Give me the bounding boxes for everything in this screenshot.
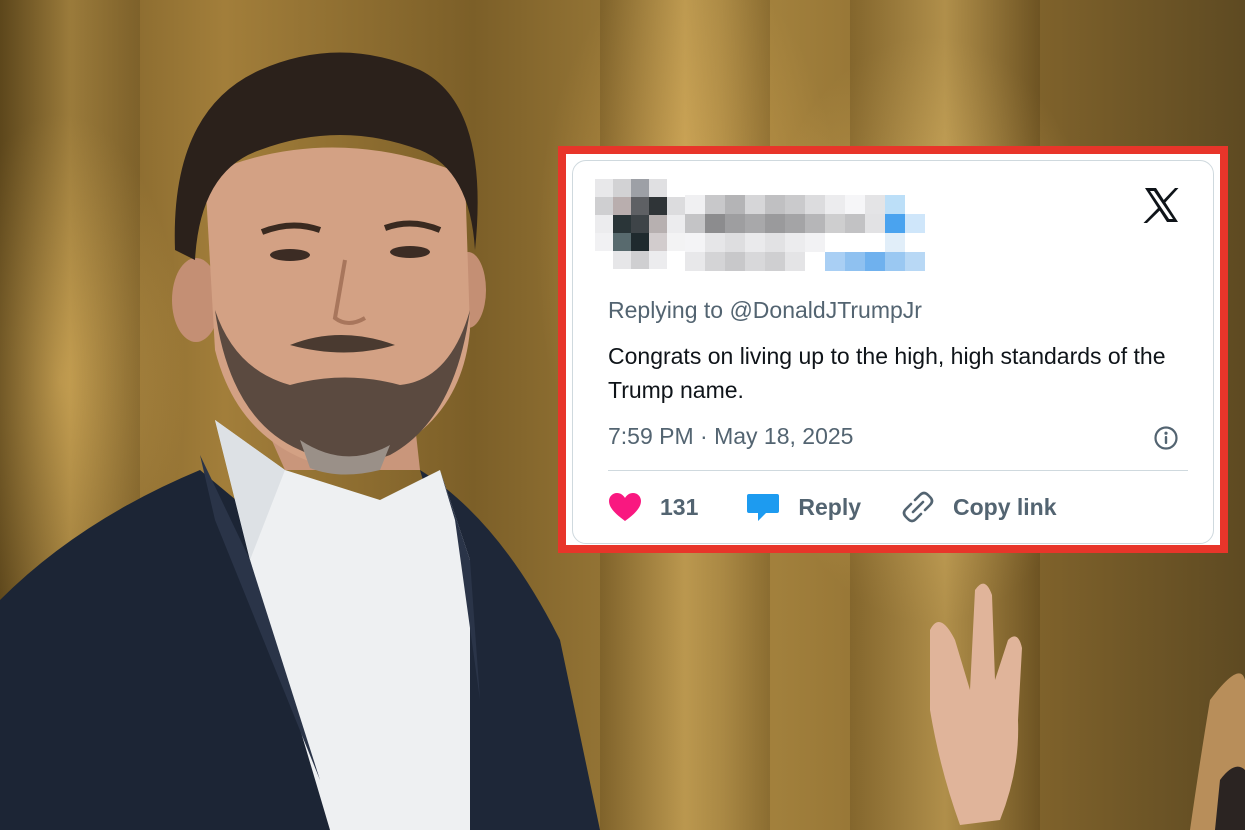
pixelated-avatar [595,179,685,269]
photo-scene: Replying to @DonaldJTrumpJr Congrats on … [0,0,1245,830]
raised-hand [930,583,1022,825]
tweet-text: Congrats on living up to the high, high … [608,343,1166,403]
reply-label: Reply [798,493,862,520]
divider [608,470,1188,471]
link-icon [902,491,934,523]
like-count: 131 [660,493,699,520]
side-person [1190,673,1245,830]
info-icon[interactable] [1153,425,1179,451]
copy-link-label: Copy link [953,493,1057,520]
heart-icon [609,493,641,521]
replying-to-label: Replying to @DonaldJTrumpJr [608,297,922,323]
pixelated-username [685,195,965,271]
like-button[interactable]: 131 [608,492,698,522]
tweet-timestamp[interactable]: 7:59 PM · May 18, 2025 [608,423,853,450]
x-logo-icon[interactable] [1141,185,1181,225]
highlight-frame: Replying to @DonaldJTrumpJr Congrats on … [558,146,1228,553]
copy-link-button[interactable]: Copy link [901,490,1057,524]
tweet-card: Replying to @DonaldJTrumpJr Congrats on … [572,160,1214,544]
tweet-actions: 131 Reply Copy link [608,487,1057,527]
reply-button[interactable]: Reply [746,491,861,523]
speech-bubble-icon [747,494,780,521]
man-in-suit-figure [0,52,600,830]
